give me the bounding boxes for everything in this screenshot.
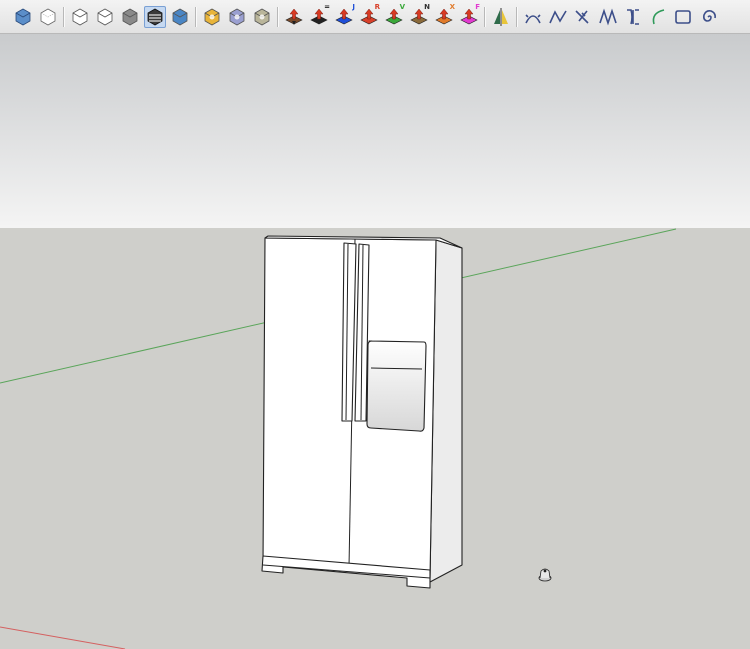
toolbar: = J R V N X F	[0, 0, 750, 34]
push-joint-button[interactable]: J	[333, 3, 355, 28]
catenary-icon	[623, 7, 643, 27]
solid-union-icon	[252, 7, 272, 27]
arc-curve-icon	[523, 7, 543, 27]
refrigerator-model[interactable]	[261, 235, 463, 589]
arc-button[interactable]	[647, 6, 669, 28]
arc-icon	[648, 7, 668, 27]
hidden-line-style-icon	[95, 7, 115, 27]
bspline-icon	[598, 7, 618, 27]
tool-tag: J	[352, 3, 355, 11]
person-marker-icon[interactable]	[538, 568, 552, 582]
pushpull-arrow-button[interactable]	[283, 6, 305, 28]
polyline-button[interactable]	[547, 6, 569, 28]
hidden-line-style-button[interactable]	[94, 6, 116, 28]
toolbar-separator	[484, 7, 486, 27]
xray-box-button[interactable]	[37, 6, 59, 28]
tool-tag: N	[424, 3, 430, 11]
water-dispenser	[366, 340, 427, 432]
monochrome-style-button[interactable]	[169, 6, 191, 28]
solid-outer-shell-button[interactable]	[201, 6, 223, 28]
rounded-rectangle-button[interactable]	[672, 6, 694, 28]
push-normal-button[interactable]: N	[408, 3, 430, 28]
push-joint-icon	[334, 7, 354, 27]
scene-canvas[interactable]	[0, 34, 750, 649]
push-follow-button[interactable]: F	[458, 3, 480, 28]
spiral-icon	[698, 7, 718, 27]
tool-tag: X	[449, 3, 455, 11]
xray-box-icon	[38, 7, 58, 27]
push-round-button[interactable]: R	[358, 3, 380, 28]
freehand-pencil-icon	[573, 7, 593, 27]
tool-tag: =	[324, 3, 330, 11]
iso-view-icon	[13, 7, 33, 27]
freehand-pencil-button[interactable]	[572, 6, 594, 28]
tool-tag: V	[399, 3, 405, 11]
monochrome-style-icon	[170, 7, 190, 27]
iso-view-button[interactable]	[12, 6, 34, 28]
push-vector-button[interactable]: V	[383, 3, 405, 28]
solid-intersect-button[interactable]	[226, 6, 248, 28]
pushpull-arrow-icon	[284, 7, 304, 27]
sky	[0, 34, 750, 228]
bspline-button[interactable]	[597, 6, 619, 28]
solid-intersect-icon	[227, 7, 247, 27]
shaded-style-icon	[120, 7, 140, 27]
spiral-button[interactable]	[697, 6, 719, 28]
shaded-style-button[interactable]	[119, 6, 141, 28]
wireframe-style-button[interactable]	[69, 6, 91, 28]
solid-union-button[interactable]	[251, 6, 273, 28]
mirror-icon	[491, 7, 511, 27]
push-extrude-button[interactable]: X	[433, 3, 455, 28]
catenary-button[interactable]	[622, 6, 644, 28]
tool-tag: R	[374, 3, 380, 11]
wireframe-style-icon	[70, 7, 90, 27]
toolbar-separator	[277, 7, 279, 27]
push-even-button[interactable]: =	[308, 3, 330, 28]
rounded-rectangle-icon	[673, 7, 693, 27]
solid-outer-shell-icon	[202, 7, 222, 27]
toolbar-separator	[63, 7, 65, 27]
tool-tag: F	[475, 3, 480, 11]
toolbar-separator	[516, 7, 518, 27]
mirror-button[interactable]	[490, 6, 512, 28]
arc-curve-button[interactable]	[522, 6, 544, 28]
polyline-icon	[548, 7, 568, 27]
shaded-textures-style-button[interactable]	[144, 6, 166, 28]
model-viewport[interactable]	[0, 34, 750, 649]
shaded-textures-style-icon	[145, 7, 165, 27]
toolbar-separator	[195, 7, 197, 27]
